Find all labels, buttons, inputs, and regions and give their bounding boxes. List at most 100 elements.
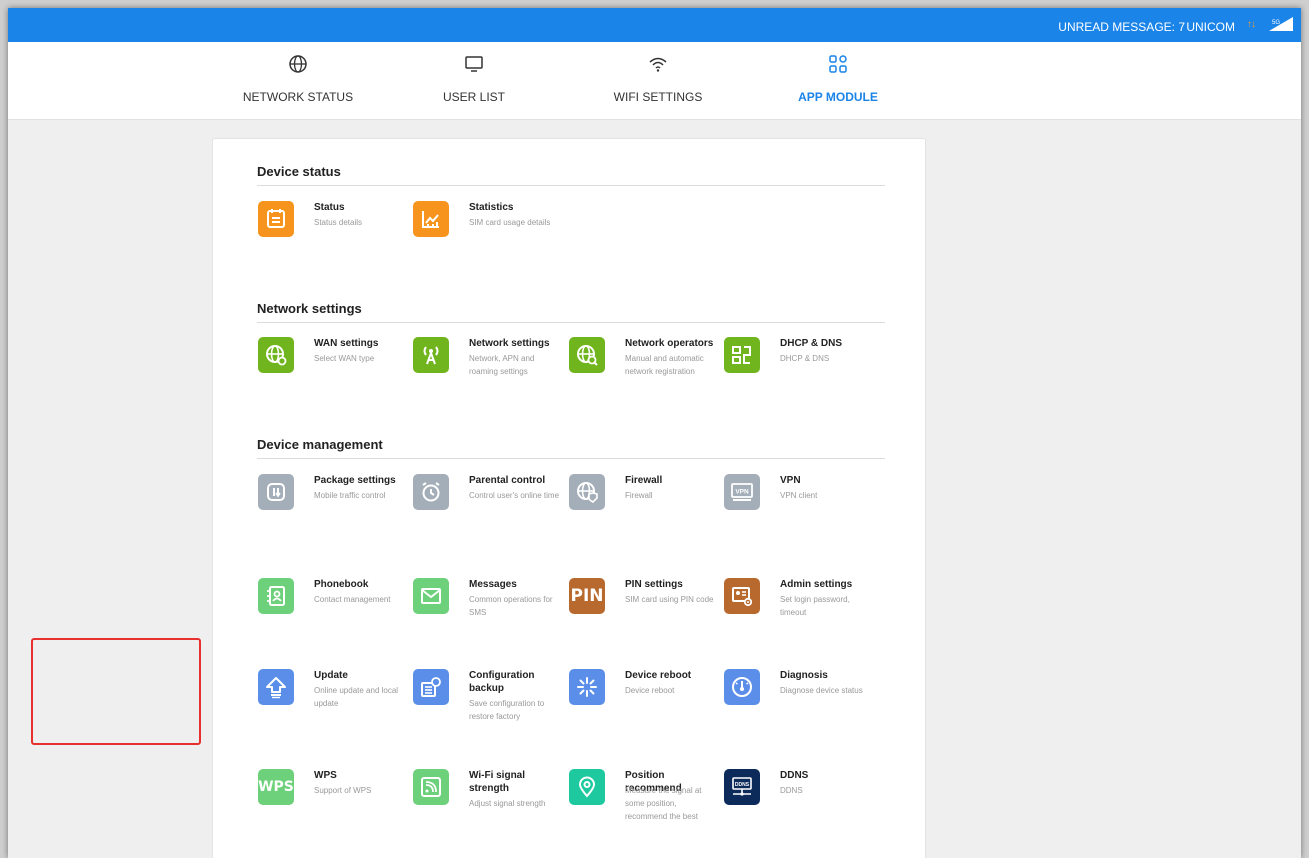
nav-network-status[interactable]: NETWORK STATUS	[218, 42, 378, 120]
antenna-icon	[413, 337, 449, 373]
app-title: DHCP & DNS	[780, 338, 843, 349]
app-phonebook[interactable]: Phonebook Contact management	[258, 578, 408, 642]
app-statistics[interactable]: Statistics SIM card usage details	[413, 201, 563, 265]
wps-icon: WPS	[258, 769, 294, 805]
app-module-panel: Device status Status Status details Stat…	[212, 138, 926, 858]
section-title-network-settings: Network settings	[257, 301, 885, 323]
app-update[interactable]: Update Online update and local update	[258, 669, 408, 733]
app-title: PIN settings	[625, 579, 683, 590]
app-status[interactable]: Status Status details	[258, 201, 408, 265]
carrier-name: UNICOM	[1186, 20, 1235, 34]
section-title-device-management: Device management	[257, 437, 885, 459]
app-configuration-backup[interactable]: Configuration backup Save configuration …	[413, 669, 563, 733]
app-diagnosis[interactable]: Diagnosis Diagnose device status	[724, 669, 874, 733]
app-admin-settings[interactable]: Admin settings Set login password, timeo…	[724, 578, 874, 642]
wifi-icon	[649, 57, 667, 72]
app-wan-settings[interactable]: WAN settings Select WAN type	[258, 337, 408, 401]
app-description: Online update and local update	[314, 686, 399, 708]
vpn-icon: VPN	[724, 474, 760, 510]
app-title: Wi-Fi signal strength	[469, 770, 526, 794]
app-description: Adjust signal strength	[469, 799, 546, 808]
data-transfer-icon: ↑↓	[1247, 19, 1256, 30]
section-title-device-status: Device status	[257, 164, 885, 186]
package-icon	[258, 474, 294, 510]
app-description: Save configuration to restore factory	[469, 699, 545, 721]
phonebook-icon	[258, 578, 294, 614]
app-package-settings[interactable]: Package settings Mobile traffic control	[258, 474, 408, 538]
app-description: Mobile traffic control	[314, 491, 386, 500]
dhcp-icon	[724, 337, 760, 373]
app-description: DHCP & DNS	[780, 354, 830, 363]
app-title: Phonebook	[314, 579, 369, 590]
app-network-settings[interactable]: Network settings Network, APN and roamin…	[413, 337, 563, 401]
upload-arrow-icon	[258, 669, 294, 705]
app-description: VPN client	[780, 491, 818, 500]
app-title: DDNS	[780, 770, 809, 781]
app-position-recommend[interactable]: Position recommend Measure the signal at…	[569, 769, 719, 833]
app-title: Network operators	[625, 338, 714, 349]
app-description: Control user's online time	[469, 491, 560, 500]
diagnosis-icon	[724, 669, 760, 705]
app-description: Support of WPS	[314, 786, 372, 795]
app-dhcp-dns[interactable]: DHCP & DNS DHCP & DNS	[724, 337, 874, 401]
app-network-operators[interactable]: Network operators Manual and automatic n…	[569, 337, 719, 401]
app-title: Messages	[469, 579, 517, 590]
top-status-bar: UNREAD MESSAGE: 7 UNICOM ↑↓ 5G	[8, 8, 1301, 42]
nav-label: USER LIST	[442, 90, 505, 104]
location-pin-icon	[569, 769, 605, 805]
unread-message-link[interactable]: UNREAD MESSAGE: 7	[1058, 20, 1185, 34]
app-title: Statistics	[469, 202, 514, 213]
app-description: Network, APN and roaming settings	[469, 354, 535, 376]
app-parental-control[interactable]: Parental control Control user's online t…	[413, 474, 563, 538]
app-title: Parental control	[469, 475, 546, 486]
main-nav: NETWORK STATUS USER LIST WIFI SETTINGS A…	[8, 42, 1301, 120]
app-ddns[interactable]: DDNS DDNS DDNS	[724, 769, 874, 833]
app-description: SIM card using PIN code	[625, 595, 714, 604]
signal-strength-icon: 5G	[1269, 17, 1293, 31]
app-messages[interactable]: Messages Common operations for SMS	[413, 578, 563, 642]
firewall-icon	[569, 474, 605, 510]
app-title: Device reboot	[625, 670, 692, 681]
app-description: Select WAN type	[314, 354, 375, 363]
nav-label: WIFI SETTINGS	[613, 90, 703, 104]
app-title: WPS	[314, 770, 337, 781]
reboot-icon	[569, 669, 605, 705]
nav-label: NETWORK STATUS	[242, 90, 354, 104]
nav-wifi-settings[interactable]: WIFI SETTINGS	[578, 42, 738, 120]
app-wps[interactable]: WPS WPS Support of WPS	[258, 769, 408, 833]
globe-icon	[289, 55, 307, 73]
network-type-label: 5G	[1272, 20, 1280, 26]
app-title: Firewall	[625, 475, 663, 486]
monitor-icon	[465, 56, 483, 72]
globe-search-icon	[569, 337, 605, 373]
app-device-reboot[interactable]: Device reboot Device reboot	[569, 669, 719, 733]
app-title: WAN settings	[314, 338, 379, 349]
pin-badge-text: PIN	[570, 586, 604, 606]
backup-icon	[413, 669, 449, 705]
app-description: Device reboot	[625, 686, 675, 695]
app-description: SIM card usage details	[469, 218, 551, 227]
nav-user-list[interactable]: USER LIST	[394, 42, 554, 120]
router-web-ui: UNREAD MESSAGE: 7 UNICOM ↑↓ 5G NETWORK S…	[8, 8, 1301, 858]
app-wifi-signal-strength[interactable]: Wi-Fi signal strength Adjust signal stre…	[413, 769, 563, 833]
globe-settings-icon	[258, 337, 294, 373]
app-description: Manual and automatic network registratio…	[625, 354, 704, 376]
nav-app-module[interactable]: APP MODULE	[758, 42, 918, 120]
nav-label: APP MODULE	[798, 90, 878, 104]
app-description: Contact management	[314, 595, 391, 604]
app-description: Measure the signal at some position, rec…	[625, 786, 702, 821]
app-title: Diagnosis	[780, 670, 828, 681]
ddns-badge-text: DDNS	[735, 782, 750, 788]
app-title: Update	[314, 670, 348, 681]
pin-icon: PIN	[569, 578, 605, 614]
app-title: VPN	[780, 475, 801, 486]
app-title: Status	[314, 202, 345, 213]
app-firewall[interactable]: Firewall Firewall	[569, 474, 719, 538]
chart-icon	[413, 201, 449, 237]
app-description: Set login password, timeout	[780, 595, 850, 617]
app-vpn[interactable]: VPN VPN VPN client	[724, 474, 874, 538]
calendar-list-icon	[258, 201, 294, 237]
vpn-badge-text: VPN	[735, 489, 749, 496]
app-description: Status details	[314, 218, 363, 227]
app-pin-settings[interactable]: PIN PIN settings SIM card using PIN code	[569, 578, 719, 642]
